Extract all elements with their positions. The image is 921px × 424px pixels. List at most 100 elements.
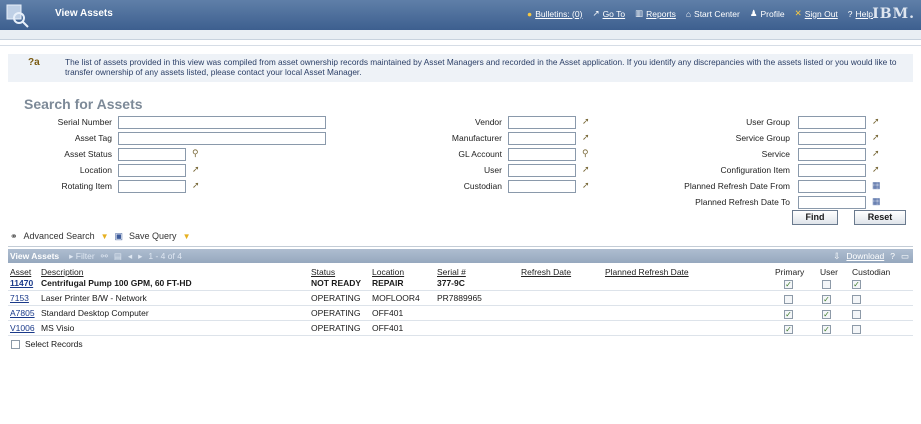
table-tools: ▸ Filter ⚯ ▤ ◂ ▸ 1 - 4 of 4 <box>69 251 182 262</box>
reset-button[interactable]: Reset <box>854 210 906 225</box>
divider <box>8 246 913 247</box>
search-title: Search for Assets <box>24 96 143 112</box>
asset-status-input[interactable] <box>118 148 186 161</box>
goto-link[interactable]: ↗ Go To <box>592 8 625 19</box>
asset-status: OPERATING <box>311 323 361 333</box>
lookup-arrow-icon[interactable]: ➚ <box>872 132 880 143</box>
lookup-arrow-icon[interactable]: ➚ <box>872 116 880 127</box>
primary-checkbox[interactable] <box>784 295 793 304</box>
lookup-arrow-icon[interactable]: ➚ <box>582 116 590 127</box>
custodian-checkbox[interactable] <box>852 310 861 319</box>
column-header-primary: Primary <box>775 267 805 277</box>
start-center-link[interactable]: ⌂ Start Center <box>686 8 740 19</box>
user-checkbox[interactable]: ✓ <box>822 325 831 334</box>
filter-button[interactable]: ▸ Filter <box>69 251 95 262</box>
service-group-input[interactable] <box>798 132 866 145</box>
primary-checkbox[interactable]: ✓ <box>784 325 793 334</box>
save-icon: ▣ <box>114 230 124 241</box>
clear-filter-icon[interactable]: ⚯ <box>101 251 108 262</box>
lookup-arrow-icon[interactable]: ➚ <box>872 148 880 159</box>
download-link[interactable]: Download <box>846 251 884 261</box>
column-header-serial[interactable]: Serial # <box>437 267 466 277</box>
profile-icon: ♟ <box>749 8 758 18</box>
asset-location: OFF401 <box>372 323 404 333</box>
next-page-icon[interactable]: ▸ <box>138 251 142 262</box>
user-group-input[interactable] <box>798 116 866 129</box>
service-input[interactable] <box>798 148 866 161</box>
lookup-arrow-icon[interactable]: ➚ <box>872 164 880 175</box>
lookup-arrow-icon[interactable]: ➚ <box>582 132 590 143</box>
sign-out-link[interactable]: ✕ Sign Out <box>795 8 838 19</box>
lookup-arrow-icon[interactable]: ➚ <box>582 180 590 191</box>
chevron-down-icon[interactable]: ▼ <box>101 232 109 241</box>
table-settings-icon[interactable]: ▤ <box>114 251 122 262</box>
rotating-item-label: Rotating Item <box>61 181 112 191</box>
select-records[interactable]: Select Records <box>11 339 83 349</box>
help-icon: ? <box>847 8 853 19</box>
location-label: Location <box>79 165 112 175</box>
gl-account-input[interactable] <box>508 148 576 161</box>
column-header-description[interactable]: Description <box>41 267 84 277</box>
reports-link[interactable]: ▥ Reports <box>635 8 676 19</box>
user-checkbox[interactable]: ✓ <box>822 310 831 319</box>
lookup-arrow-icon[interactable]: ➚ <box>192 180 200 191</box>
user-input[interactable] <box>508 164 576 177</box>
table-toolbar: View Assets ▸ Filter ⚯ ▤ ◂ ▸ 1 - 4 of 4 … <box>8 249 913 263</box>
planned-refresh-to-label: Planned Refresh Date To <box>695 197 790 207</box>
calendar-icon[interactable]: ▦ <box>872 180 881 191</box>
bulletins-link[interactable]: ● Bulletins: (0) <box>527 8 582 19</box>
asset-link[interactable]: A7805 <box>10 308 35 318</box>
primary-checkbox[interactable]: ✓ <box>784 280 793 289</box>
rotating-item-input[interactable] <box>118 180 186 193</box>
chevron-down-icon[interactable]: ▼ <box>183 232 191 241</box>
asset-tag-label: Asset Tag <box>74 133 112 143</box>
table-toolbar-right: ⇩ Download ? ▭ <box>833 251 909 262</box>
binoculars-icon: ⚭ <box>10 230 18 241</box>
prev-page-icon[interactable]: ◂ <box>128 251 132 262</box>
column-header-planned-refresh-date[interactable]: Planned Refresh Date <box>605 267 689 277</box>
asset-link[interactable]: V1006 <box>10 323 35 333</box>
search-lookup-icon[interactable]: ⚲ <box>192 148 199 159</box>
asset-link[interactable]: 11470 <box>10 278 33 288</box>
calendar-icon[interactable]: ▦ <box>872 196 881 207</box>
user-checkbox[interactable]: ✓ <box>822 295 831 304</box>
minimize-icon[interactable]: ▭ <box>901 251 909 262</box>
custodian-input[interactable] <box>508 180 576 193</box>
goto-icon: ↗ <box>592 8 600 18</box>
column-header-refresh-date[interactable]: Refresh Date <box>521 267 571 277</box>
column-header-status[interactable]: Status <box>311 267 335 277</box>
header-band <box>0 30 921 40</box>
lookup-arrow-icon[interactable]: ➚ <box>582 164 590 175</box>
asset-link[interactable]: 7153 <box>10 293 29 303</box>
save-query-button[interactable]: Save Query <box>129 231 177 241</box>
configuration-item-input[interactable] <box>798 164 866 177</box>
column-header-asset[interactable]: Asset <box>10 267 31 277</box>
asset-tag-input[interactable] <box>118 132 326 145</box>
download-icon: ⇩ <box>833 250 841 261</box>
find-button[interactable]: Find <box>792 210 838 225</box>
vendor-input[interactable] <box>508 116 576 129</box>
custodian-checkbox[interactable] <box>852 325 861 334</box>
select-records-checkbox[interactable] <box>11 339 20 349</box>
column-header-location[interactable]: Location <box>372 267 404 277</box>
vendor-label: Vendor <box>475 117 502 127</box>
custodian-checkbox[interactable] <box>852 295 861 304</box>
search-lookup-icon[interactable]: ⚲ <box>582 148 589 159</box>
lookup-arrow-icon[interactable]: ➚ <box>192 164 200 175</box>
profile-link[interactable]: ♟ Profile <box>750 8 785 19</box>
info-icon: ?a <box>28 57 40 68</box>
user-checkbox[interactable] <box>822 280 831 289</box>
bulletin-icon: ● <box>527 8 533 19</box>
planned-refresh-to-input[interactable] <box>798 196 866 209</box>
help-link[interactable]: ? Help <box>848 8 873 19</box>
custodian-checkbox[interactable]: ✓ <box>852 280 861 289</box>
planned-refresh-from-input[interactable] <box>798 180 866 193</box>
advanced-search-button[interactable]: Advanced Search <box>24 231 95 241</box>
location-input[interactable] <box>118 164 186 177</box>
service-label: Service <box>761 149 790 159</box>
serial-number-input[interactable] <box>118 116 326 129</box>
signout-icon: ✕ <box>794 8 802 18</box>
primary-checkbox[interactable]: ✓ <box>784 310 793 319</box>
help-icon[interactable]: ? <box>890 251 895 261</box>
manufacturer-input[interactable] <box>508 132 576 145</box>
